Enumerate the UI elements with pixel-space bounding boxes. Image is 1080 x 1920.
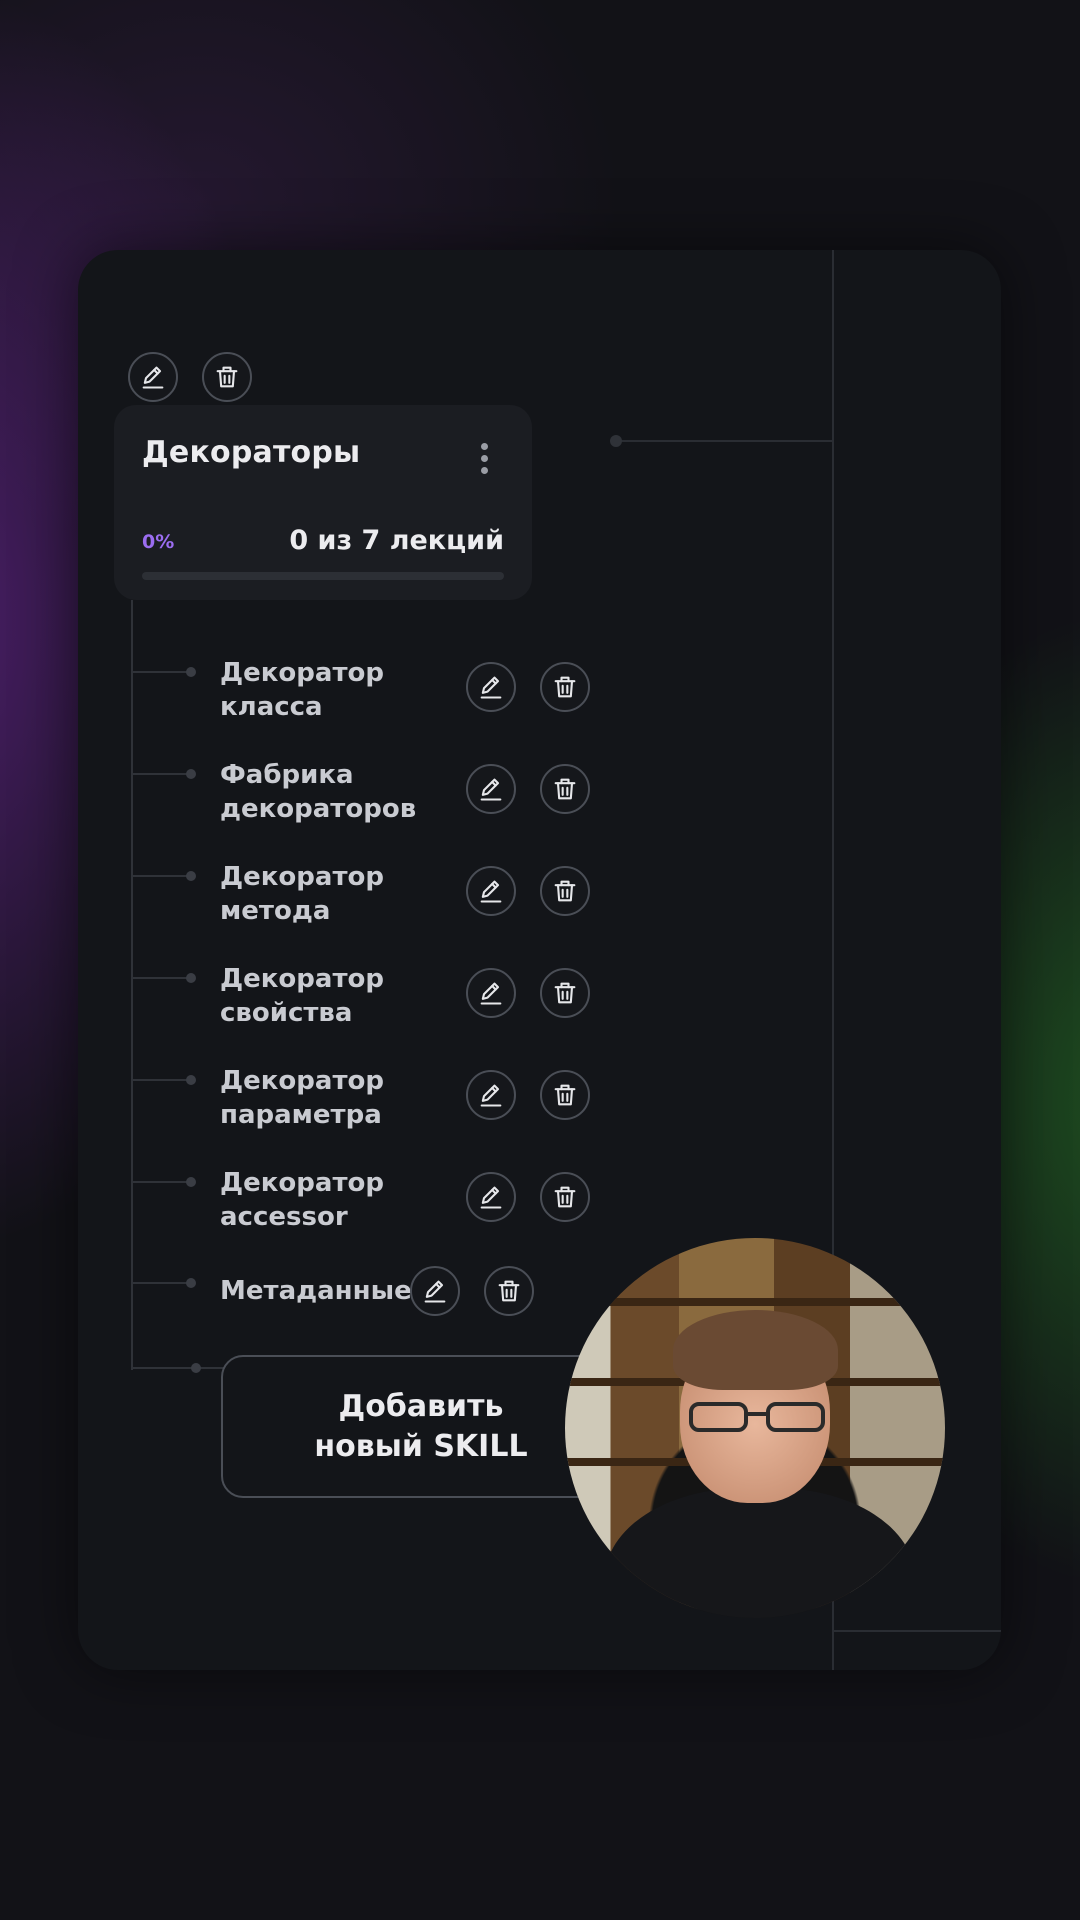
more-vertical-icon[interactable]: [476, 443, 492, 483]
connector-line: [616, 440, 832, 442]
person-hair: [673, 1310, 838, 1390]
tree-branch: [131, 773, 191, 775]
tree-branch: [131, 1282, 191, 1284]
progress-percent: 0%: [142, 531, 175, 553]
tree-line: [131, 600, 133, 1370]
lesson-edit-button[interactable]: [466, 662, 516, 712]
tree-branch-dot: [191, 1363, 201, 1373]
lesson-delete-button[interactable]: [540, 764, 590, 814]
tree-branch: [131, 875, 191, 877]
pencil-icon: [480, 676, 502, 699]
person-shirt: [605, 1488, 915, 1618]
tree-branch: [131, 977, 191, 979]
lesson-delete-button[interactable]: [540, 662, 590, 712]
divider-horizontal: [832, 1630, 1001, 1632]
trash-icon: [554, 982, 576, 1004]
glasses-icon: [689, 1402, 825, 1432]
pencil-icon: [480, 982, 502, 1005]
progress-bar: [142, 572, 504, 580]
shelf: [565, 1298, 945, 1306]
lesson-label[interactable]: Декоратор метода: [220, 860, 440, 928]
trash-icon: [498, 1280, 520, 1302]
add-skill-label-line1: Добавить: [338, 1388, 504, 1424]
trash-icon: [216, 366, 238, 388]
module-delete-button[interactable]: [202, 352, 252, 402]
tree-branch: [131, 671, 191, 673]
tree-branch-dot: [186, 667, 196, 677]
pencil-icon: [424, 1280, 446, 1303]
lesson-label[interactable]: Метаданные: [220, 1274, 412, 1308]
module-card[interactable]: Декораторы 0% 0 из 7 лекций: [114, 405, 532, 600]
lesson-label[interactable]: Фабрика декораторов: [220, 758, 440, 826]
add-skill-button[interactable]: Добавить новый SKILL: [221, 1355, 621, 1498]
lesson-edit-button[interactable]: [410, 1266, 460, 1316]
lesson-label[interactable]: Декоратор параметра: [220, 1064, 440, 1132]
lesson-delete-button[interactable]: [540, 1172, 590, 1222]
lesson-label[interactable]: Декоратор класса: [220, 656, 440, 724]
pencil-icon: [480, 880, 502, 903]
trash-icon: [554, 778, 576, 800]
trash-icon: [554, 1084, 576, 1106]
tree-branch-dot: [186, 769, 196, 779]
lessons-count: 0 из 7 лекций: [289, 525, 504, 556]
tree-branch-dot: [186, 1075, 196, 1085]
lesson-delete-button[interactable]: [540, 968, 590, 1018]
lesson-edit-button[interactable]: [466, 968, 516, 1018]
connector-dot: [610, 435, 622, 447]
trash-icon: [554, 1186, 576, 1208]
tree-branch-dot: [186, 1177, 196, 1187]
lesson-label[interactable]: Декоратор accessor: [220, 1166, 440, 1234]
tree-branch-dot: [186, 973, 196, 983]
lesson-delete-button[interactable]: [484, 1266, 534, 1316]
lesson-delete-button[interactable]: [540, 866, 590, 916]
pencil-icon: [480, 1186, 502, 1209]
lesson-label[interactable]: Декоратор свойства: [220, 962, 440, 1030]
lesson-delete-button[interactable]: [540, 1070, 590, 1120]
add-skill-label-line2: новый SKILL: [314, 1428, 528, 1464]
pencil-icon: [480, 778, 502, 801]
pencil-icon: [480, 1084, 502, 1107]
webcam-video: [565, 1238, 945, 1618]
module-edit-button[interactable]: [128, 352, 178, 402]
lesson-edit-button[interactable]: [466, 1070, 516, 1120]
pencil-icon: [142, 366, 164, 389]
lesson-edit-button[interactable]: [466, 764, 516, 814]
tree-branch-dot: [186, 1278, 196, 1288]
tree-branch-dot: [186, 871, 196, 881]
tree-branch: [131, 1079, 191, 1081]
module-title: Декораторы: [142, 435, 361, 470]
lesson-edit-button[interactable]: [466, 1172, 516, 1222]
trash-icon: [554, 676, 576, 698]
lesson-edit-button[interactable]: [466, 866, 516, 916]
tree-branch: [131, 1181, 191, 1183]
trash-icon: [554, 880, 576, 902]
